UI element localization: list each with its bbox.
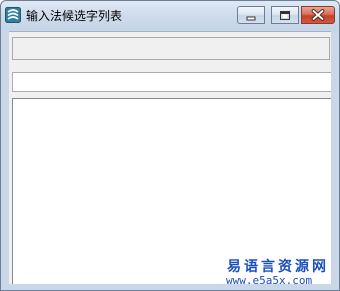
close-button[interactable] xyxy=(301,6,335,24)
window-client-area xyxy=(9,31,331,284)
maximize-icon xyxy=(280,11,290,20)
maximize-button[interactable] xyxy=(271,6,299,24)
title-bar[interactable]: 输入法候选字列表 xyxy=(1,1,339,31)
minimize-button[interactable] xyxy=(237,6,265,24)
window-title: 输入法候选字列表 xyxy=(26,9,123,23)
readonly-text-field[interactable] xyxy=(12,37,330,60)
app-icon xyxy=(5,7,21,23)
watermark-site-name: 易语言资源网 xyxy=(227,259,329,275)
watermark-site-url: www.e5a5x.com xyxy=(226,274,313,287)
input-text-field[interactable] xyxy=(12,72,331,92)
close-icon xyxy=(311,9,325,21)
minimize-icon xyxy=(246,16,256,21)
app-window: 输入法候选字列表 xyxy=(0,0,340,291)
